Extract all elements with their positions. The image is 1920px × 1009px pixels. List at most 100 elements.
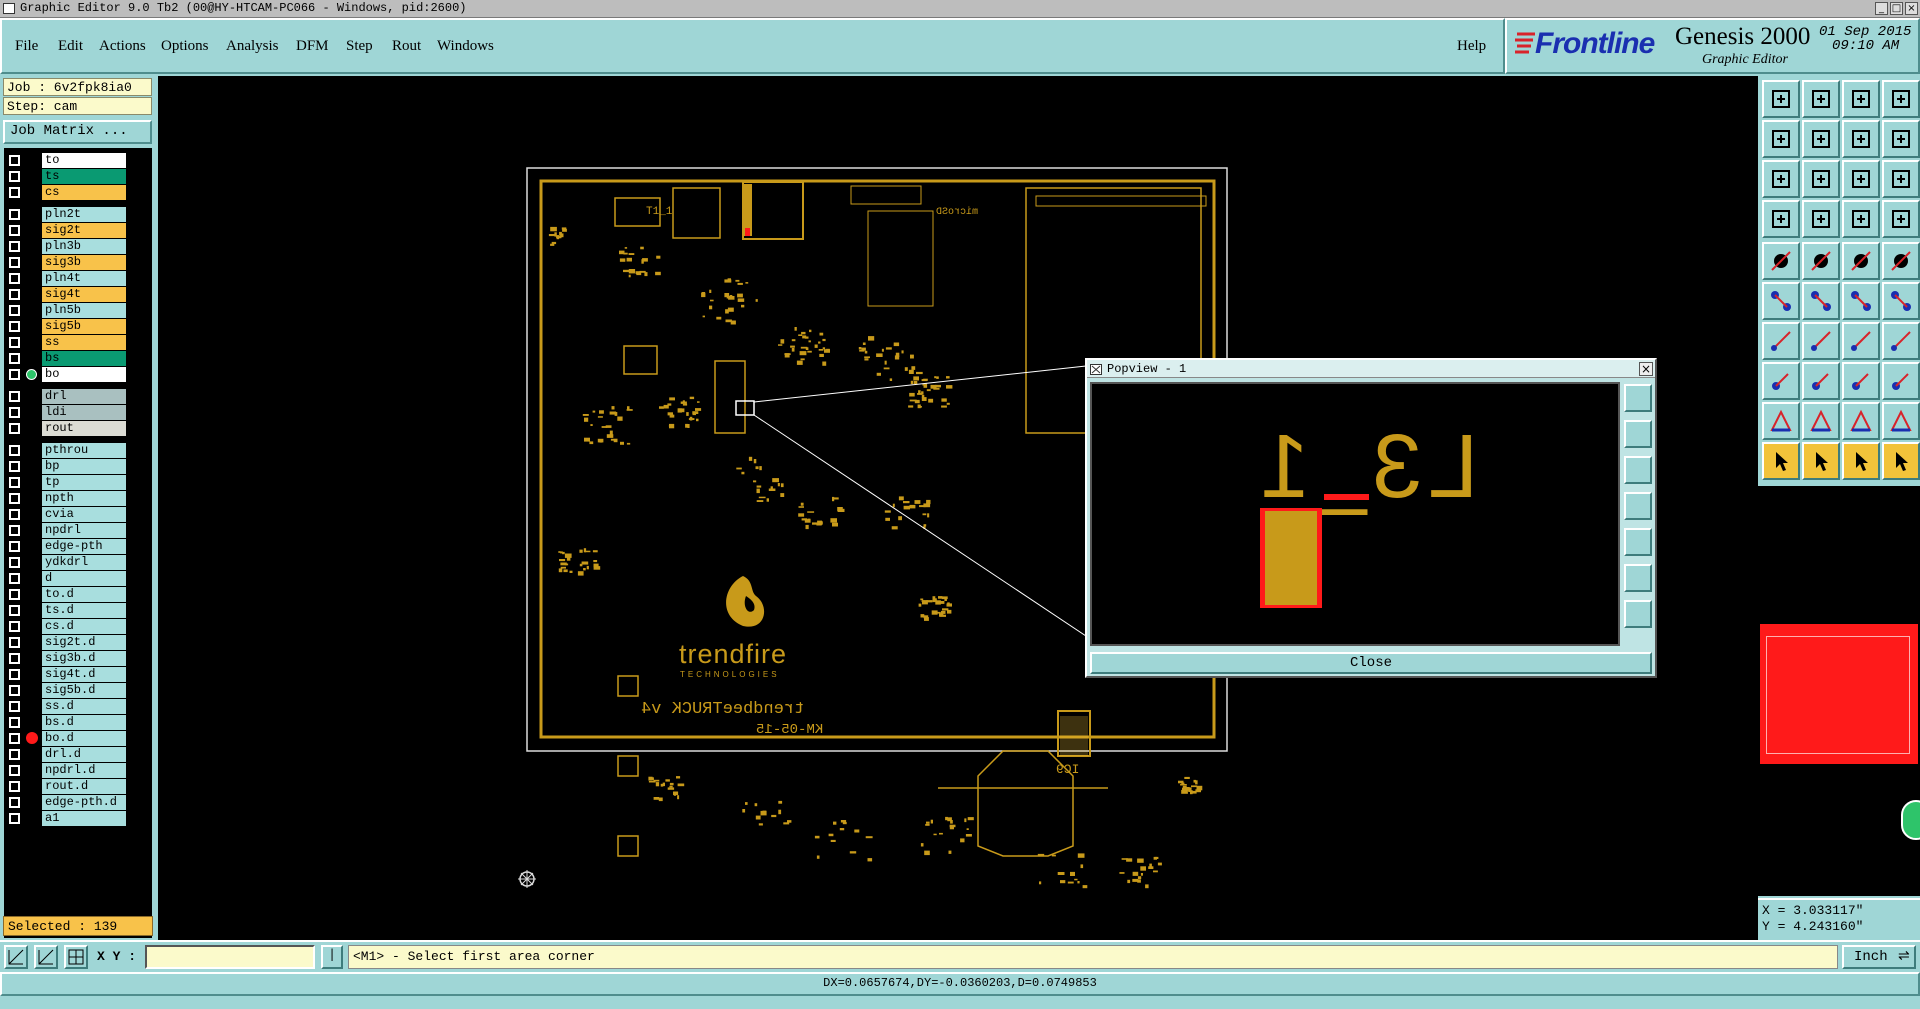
popview-close-button[interactable]: Close xyxy=(1090,652,1652,674)
layer-name[interactable]: pln4t xyxy=(42,271,126,286)
split-view-button[interactable] xyxy=(1882,80,1920,118)
layer-checkbox[interactable] xyxy=(9,445,20,456)
layer-name[interactable]: bp xyxy=(42,459,126,474)
input-mode-icon[interactable]: | xyxy=(321,945,343,969)
layer-name[interactable]: edge-pth xyxy=(42,539,126,554)
layer-name[interactable]: npdrl xyxy=(42,523,126,538)
layer-row[interactable]: edge-pth.d xyxy=(4,794,152,810)
layer-row[interactable]: sig4t xyxy=(4,286,152,302)
layer-checkbox[interactable] xyxy=(9,493,20,504)
select-line-button[interactable] xyxy=(1802,362,1840,400)
layer-row[interactable]: sig3b.d xyxy=(4,650,152,666)
layer-checkbox[interactable] xyxy=(9,171,20,182)
layer-checkbox[interactable] xyxy=(9,701,20,712)
layer-row[interactable]: pln4t xyxy=(4,270,152,286)
layer-row[interactable]: to xyxy=(4,152,152,168)
popview-pan-right-button[interactable] xyxy=(1624,528,1652,556)
layer-name[interactable]: cvia xyxy=(42,507,126,522)
layer-row[interactable]: sig5b xyxy=(4,318,152,334)
graphic-canvas[interactable]: T1_1 microSD trendfire TECHNOLOGIES tren… xyxy=(158,76,1758,940)
layer-checkbox[interactable] xyxy=(9,225,20,236)
layer-name[interactable]: drl xyxy=(42,389,126,404)
layer-checkbox[interactable] xyxy=(9,653,20,664)
layer-row[interactable]: pln5b xyxy=(4,302,152,318)
layer-name[interactable]: ldi xyxy=(42,405,126,420)
layer-name[interactable]: sig4t xyxy=(42,287,126,302)
open-step-button[interactable] xyxy=(1762,80,1800,118)
layer-name[interactable]: bs xyxy=(42,351,126,366)
layer-name[interactable]: ss xyxy=(42,335,126,350)
popview-pan-down-button[interactable] xyxy=(1624,456,1652,484)
menu-edit[interactable]: Edit xyxy=(58,38,83,55)
layer-checkbox[interactable] xyxy=(9,525,20,536)
menu-dfm[interactable]: DFM xyxy=(296,38,329,55)
layer-row[interactable]: pln3b xyxy=(4,238,152,254)
layer-checkbox[interactable] xyxy=(9,461,20,472)
layer-name[interactable]: ydkdrl xyxy=(42,555,126,570)
home-button[interactable] xyxy=(1842,80,1880,118)
save-button[interactable] xyxy=(1802,80,1840,118)
layer-row[interactable]: ydkdrl xyxy=(4,554,152,570)
layer-checkbox[interactable] xyxy=(9,509,20,520)
cross-button[interactable] xyxy=(1802,282,1840,320)
layer-checkbox[interactable] xyxy=(9,155,20,166)
layer-checkbox[interactable] xyxy=(9,685,20,696)
layer-row[interactable]: a1 xyxy=(4,810,152,826)
layer-row[interactable]: drl.d xyxy=(4,746,152,762)
layer-row[interactable]: npth xyxy=(4,490,152,506)
layer-checkbox[interactable] xyxy=(9,589,20,600)
layer-checkbox[interactable] xyxy=(9,423,20,434)
select-net-button[interactable] xyxy=(1882,362,1920,400)
layer-row[interactable]: drl xyxy=(4,388,152,404)
drill-button[interactable] xyxy=(1762,242,1800,280)
layer-name[interactable]: pthrou xyxy=(42,443,126,458)
layer-checkbox[interactable] xyxy=(9,669,20,680)
menu-file[interactable]: File xyxy=(15,38,38,55)
layer-checkbox[interactable] xyxy=(9,781,20,792)
zoom-window-button[interactable] xyxy=(1842,120,1880,158)
measure-button[interactable] xyxy=(1842,242,1880,280)
layer-row[interactable]: npdrl.d xyxy=(4,762,152,778)
popview-close-icon[interactable]: × xyxy=(1639,362,1653,376)
pan-right-button[interactable] xyxy=(1802,120,1840,158)
xy-input[interactable] xyxy=(145,945,315,969)
zoom-home-button[interactable] xyxy=(1762,160,1800,198)
layer-name[interactable]: drl.d xyxy=(42,747,126,762)
popview-home-button[interactable] xyxy=(1624,600,1652,628)
connect-button[interactable] xyxy=(1842,282,1880,320)
layer-row[interactable]: cs xyxy=(4,184,152,200)
menu-help[interactable]: Help xyxy=(1457,38,1486,55)
layer-name[interactable]: rout xyxy=(42,421,126,436)
layer-name[interactable]: ts xyxy=(42,169,126,184)
layer-checkbox[interactable] xyxy=(9,557,20,568)
popview-pan-left-button[interactable] xyxy=(1624,492,1652,520)
menu-step[interactable]: Step xyxy=(346,38,373,55)
layer-name[interactable]: npdrl.d xyxy=(42,763,126,778)
layer-row[interactable]: bo.d xyxy=(4,730,152,746)
layer-checkbox[interactable] xyxy=(9,289,20,300)
layer-row[interactable]: ts.d xyxy=(4,602,152,618)
layer-name[interactable]: pln2t xyxy=(42,207,126,222)
layer-row[interactable]: sig4t.d xyxy=(4,666,152,682)
active-layer-swatch[interactable] xyxy=(1760,624,1918,764)
poly-button[interactable] xyxy=(1802,402,1840,440)
pointer-multi-button[interactable] xyxy=(1882,442,1920,480)
layer-name[interactable]: sig5b xyxy=(42,319,126,334)
layer-row[interactable]: rout.d xyxy=(4,778,152,794)
minimize-button[interactable]: _ xyxy=(1875,2,1888,15)
layer-row[interactable]: bp xyxy=(4,458,152,474)
slash-tool-button[interactable] xyxy=(1802,322,1840,360)
layer-checkbox[interactable] xyxy=(9,305,20,316)
layer-name[interactable]: sig3b.d xyxy=(42,651,126,666)
layer-row[interactable]: npdrl xyxy=(4,522,152,538)
layer-name[interactable]: bs.d xyxy=(42,715,126,730)
layer-name[interactable]: sig4t.d xyxy=(42,667,126,682)
popview-canvas[interactable]: L3_1 xyxy=(1090,382,1620,646)
layer-checkbox[interactable] xyxy=(9,273,20,284)
grid-icon[interactable] xyxy=(64,945,88,969)
layer-name[interactable]: cs.d xyxy=(42,619,126,634)
layer-row[interactable]: pthrou xyxy=(4,442,152,458)
close-window-button[interactable]: × xyxy=(1905,2,1918,15)
layer-checkbox[interactable] xyxy=(9,187,20,198)
help-button[interactable] xyxy=(1882,160,1920,198)
